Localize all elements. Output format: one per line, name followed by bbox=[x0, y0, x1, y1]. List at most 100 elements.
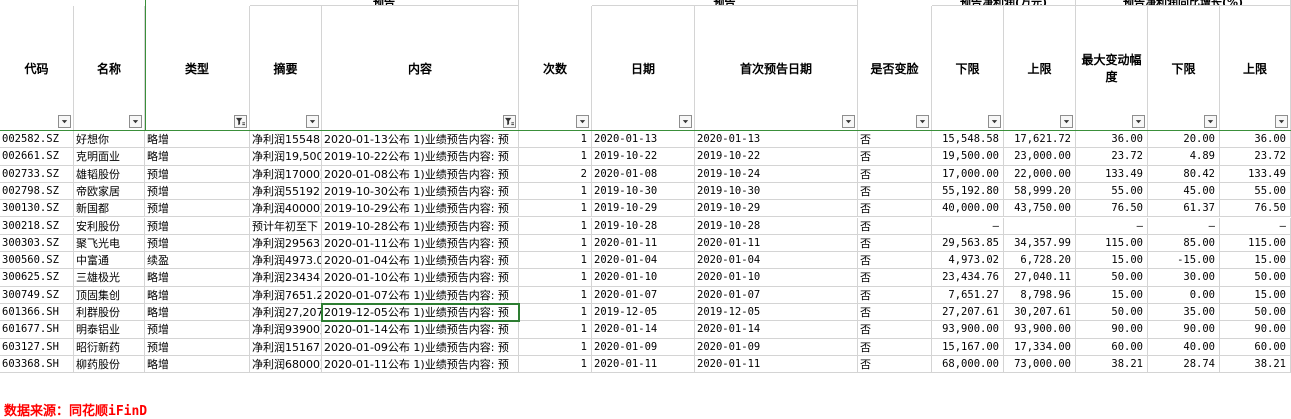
cell-r10-c8[interactable]: 否 bbox=[858, 304, 932, 322]
cell-r4-c13[interactable]: 76.50 bbox=[1220, 200, 1291, 218]
cell-r12-c6[interactable]: 2020-01-09 bbox=[592, 338, 695, 356]
cell-r4-c8[interactable]: 否 bbox=[858, 200, 932, 218]
dropdown-arrow-icon[interactable] bbox=[988, 115, 1001, 128]
cell-r8-c9[interactable]: 23,434.76 bbox=[932, 269, 1004, 287]
cell-r12-c0[interactable]: 603127.SH bbox=[0, 338, 74, 356]
cell-r1-c1[interactable]: 克明面业 bbox=[74, 148, 145, 166]
cell-r11-c11[interactable]: 90.00 bbox=[1076, 321, 1148, 339]
cell-r4-c1[interactable]: 新国都 bbox=[74, 200, 145, 218]
cell-r9-c12[interactable]: 0.00 bbox=[1148, 286, 1220, 304]
cell-r3-c10[interactable]: 58,999.20 bbox=[1004, 182, 1076, 201]
cell-r5-c4[interactable]: 2019-10-28公布 1)业绩预告内容: 预 bbox=[322, 217, 519, 235]
cell-r2-c3[interactable]: 净利润17000万 bbox=[250, 165, 322, 183]
cell-r13-c9[interactable]: 68,000.00 bbox=[932, 355, 1004, 374]
cell-r13-c0[interactable]: 603368.SH bbox=[0, 355, 74, 374]
cell-r7-c13[interactable]: 15.00 bbox=[1220, 252, 1291, 270]
cell-r11-c6[interactable]: 2020-01-14 bbox=[592, 321, 695, 339]
cell-r3-c8[interactable]: 否 bbox=[858, 182, 932, 201]
cell-r5-c6[interactable]: 2019-10-28 bbox=[592, 217, 695, 235]
cell-r2-c12[interactable]: 80.42 bbox=[1148, 165, 1220, 183]
cell-r0-c9[interactable]: 15,548.58 bbox=[932, 131, 1004, 149]
cell-r8-c5[interactable]: 1 bbox=[519, 269, 592, 287]
cell-r4-c3[interactable]: 净利润40000万 bbox=[250, 200, 322, 218]
cell-r5-c12[interactable]: — bbox=[1148, 217, 1220, 235]
cell-r12-c8[interactable]: 否 bbox=[858, 338, 932, 356]
cell-r3-c4[interactable]: 2019-10-30公布 1)业绩预告内容: 预 bbox=[322, 182, 519, 201]
cell-r13-c6[interactable]: 2020-01-11 bbox=[592, 355, 695, 374]
cell-r7-c2[interactable]: 续盈 bbox=[145, 252, 250, 270]
column-header-13[interactable]: 上限 bbox=[1220, 6, 1291, 131]
cell-r3-c2[interactable]: 预增 bbox=[145, 182, 250, 201]
dropdown-arrow-icon[interactable] bbox=[842, 115, 855, 128]
cell-r10-c1[interactable]: 利群股份 bbox=[74, 304, 145, 322]
cell-r11-c9[interactable]: 93,900.00 bbox=[932, 321, 1004, 339]
cell-r2-c0[interactable]: 002733.SZ bbox=[0, 165, 74, 183]
cell-r12-c3[interactable]: 净利润15167. bbox=[250, 338, 322, 356]
cell-r7-c9[interactable]: 4,973.02 bbox=[932, 252, 1004, 270]
cell-r10-c2[interactable]: 略增 bbox=[145, 304, 250, 322]
cell-r11-c5[interactable]: 1 bbox=[519, 321, 592, 339]
cell-r10-c11[interactable]: 50.00 bbox=[1076, 304, 1148, 322]
cell-r10-c12[interactable]: 35.00 bbox=[1148, 304, 1220, 322]
cell-r1-c2[interactable]: 略增 bbox=[145, 148, 250, 166]
cell-r6-c0[interactable]: 300303.SZ bbox=[0, 234, 74, 253]
cell-r3-c3[interactable]: 净利润55192. bbox=[250, 182, 322, 201]
cell-r2-c10[interactable]: 22,000.00 bbox=[1004, 165, 1076, 183]
cell-r5-c1[interactable]: 安利股份 bbox=[74, 217, 145, 235]
cell-r6-c6[interactable]: 2020-01-11 bbox=[592, 234, 695, 253]
cell-r0-c8[interactable]: 否 bbox=[858, 131, 932, 149]
dropdown-arrow-icon[interactable] bbox=[1132, 115, 1145, 128]
cell-r4-c2[interactable]: 预增 bbox=[145, 200, 250, 218]
cell-r4-c9[interactable]: 40,000.00 bbox=[932, 200, 1004, 218]
cell-r10-c13[interactable]: 50.00 bbox=[1220, 304, 1291, 322]
cell-r11-c0[interactable]: 601677.SH bbox=[0, 321, 74, 339]
cell-r13-c4[interactable]: 2020-01-11公布 1)业绩预告内容: 预 bbox=[322, 355, 519, 374]
dropdown-arrow-icon[interactable] bbox=[576, 115, 589, 128]
cell-r9-c6[interactable]: 2020-01-07 bbox=[592, 286, 695, 304]
cell-r10-c0[interactable]: 601366.SH bbox=[0, 304, 74, 322]
cell-r6-c3[interactable]: 净利润29563. bbox=[250, 234, 322, 253]
cell-r12-c2[interactable]: 预增 bbox=[145, 338, 250, 356]
cell-r2-c6[interactable]: 2020-01-08 bbox=[592, 165, 695, 183]
cell-r0-c7[interactable]: 2020-01-13 bbox=[695, 131, 858, 149]
cell-r12-c11[interactable]: 60.00 bbox=[1076, 338, 1148, 356]
cell-r8-c6[interactable]: 2020-01-10 bbox=[592, 269, 695, 287]
cell-r12-c5[interactable]: 1 bbox=[519, 338, 592, 356]
cell-r8-c4[interactable]: 2020-01-10公布 1)业绩预告内容: 预 bbox=[322, 269, 519, 287]
cell-r2-c8[interactable]: 否 bbox=[858, 165, 932, 183]
cell-r4-c11[interactable]: 76.50 bbox=[1076, 200, 1148, 218]
cell-r11-c3[interactable]: 净利润93900万 bbox=[250, 321, 322, 339]
column-header-1[interactable]: 名称 bbox=[74, 6, 145, 131]
cell-r7-c6[interactable]: 2020-01-04 bbox=[592, 252, 695, 270]
cell-r5-c7[interactable]: 2019-10-28 bbox=[695, 217, 858, 235]
cell-r3-c6[interactable]: 2019-10-30 bbox=[592, 182, 695, 201]
cell-r5-c3[interactable]: 预计年初至下 bbox=[250, 217, 322, 235]
cell-r8-c3[interactable]: 净利润23434. bbox=[250, 269, 322, 287]
cell-r9-c8[interactable]: 否 bbox=[858, 286, 932, 304]
cell-r2-c9[interactable]: 17,000.00 bbox=[932, 165, 1004, 183]
cell-r12-c13[interactable]: 60.00 bbox=[1220, 338, 1291, 356]
cell-r11-c7[interactable]: 2020-01-14 bbox=[695, 321, 858, 339]
cell-r1-c6[interactable]: 2019-10-22 bbox=[592, 148, 695, 166]
cell-r3-c7[interactable]: 2019-10-30 bbox=[695, 182, 858, 201]
cell-r9-c0[interactable]: 300749.SZ bbox=[0, 286, 74, 304]
dropdown-arrow-icon[interactable] bbox=[916, 115, 929, 128]
cell-r2-c4[interactable]: 2020-01-08公布 1)业绩预告内容: 预 bbox=[322, 165, 519, 183]
cell-r9-c13[interactable]: 15.00 bbox=[1220, 286, 1291, 304]
cell-r4-c12[interactable]: 61.37 bbox=[1148, 200, 1220, 218]
cell-r13-c7[interactable]: 2020-01-11 bbox=[695, 355, 858, 374]
cell-r12-c7[interactable]: 2020-01-09 bbox=[695, 338, 858, 356]
cell-r2-c13[interactable]: 133.49 bbox=[1220, 165, 1291, 183]
cell-r4-c6[interactable]: 2019-10-29 bbox=[592, 200, 695, 218]
cell-r5-c0[interactable]: 300218.SZ bbox=[0, 217, 74, 235]
column-header-7[interactable]: 首次预告日期 bbox=[695, 6, 858, 131]
cell-r3-c0[interactable]: 002798.SZ bbox=[0, 182, 74, 201]
cell-r0-c12[interactable]: 20.00 bbox=[1148, 131, 1220, 149]
cell-r8-c2[interactable]: 略增 bbox=[145, 269, 250, 287]
dropdown-arrow-icon[interactable] bbox=[679, 115, 692, 128]
cell-r13-c2[interactable]: 略增 bbox=[145, 355, 250, 374]
cell-r11-c12[interactable]: 90.00 bbox=[1148, 321, 1220, 339]
cell-r5-c9[interactable]: — bbox=[932, 217, 1004, 235]
cell-r13-c3[interactable]: 净利润68000万 bbox=[250, 355, 322, 374]
cell-r11-c4[interactable]: 2020-01-14公布 1)业绩预告内容: 预 bbox=[322, 321, 519, 339]
